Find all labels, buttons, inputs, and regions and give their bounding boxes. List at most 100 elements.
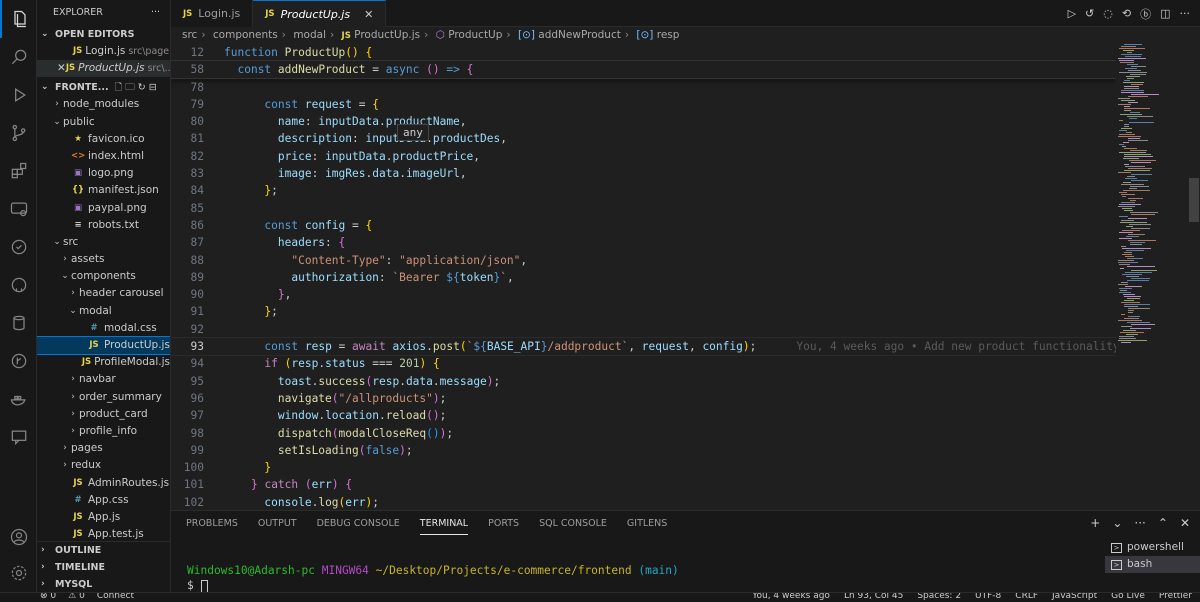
- file-item[interactable]: {} manifest.json: [37, 182, 170, 199]
- error-icon[interactable]: ⊗ 0: [40, 593, 56, 601]
- code-line[interactable]: 99 setIsLoading(false);: [171, 442, 1116, 459]
- go-back-icon[interactable]: ↺: [1085, 7, 1094, 20]
- open-editors-section[interactable]: ⌄ OPEN EDITORS: [37, 26, 170, 43]
- open-editor-item-active[interactable]: ✕ JS ProductUp.js src\...: [37, 60, 170, 78]
- code-line[interactable]: 94 if (resp.status === 201) {: [171, 355, 1116, 372]
- code-line[interactable]: 101 } catch (err) {: [171, 476, 1116, 493]
- breadcrumb-item[interactable]: components: [213, 29, 278, 41]
- go-live-button[interactable]: Go Live: [1111, 593, 1145, 601]
- code-line[interactable]: 78: [171, 79, 1116, 96]
- settings-gear-icon[interactable]: [0, 554, 37, 592]
- folder-item[interactable]: ⌄ src: [37, 234, 170, 251]
- code-line[interactable]: 90 },: [171, 286, 1116, 303]
- file-item[interactable]: ≡ robots.txt: [37, 217, 170, 234]
- code-line[interactable]: 89 authorization: `Bearer ${token}`,: [171, 269, 1116, 286]
- minimap[interactable]: [1116, 44, 1188, 510]
- file-item[interactable]: JS AdminRoutes.js: [37, 475, 170, 492]
- panel-tab[interactable]: PROBLEMS: [186, 518, 238, 535]
- file-item[interactable]: ▣ logo.png: [37, 165, 170, 182]
- database-icon[interactable]: [0, 304, 37, 342]
- chevron-down-icon[interactable]: ⌄: [1112, 516, 1122, 530]
- run-debug-icon[interactable]: [0, 76, 37, 114]
- new-terminal-icon[interactable]: +: [1090, 516, 1100, 530]
- run-icon[interactable]: ▷: [1068, 7, 1076, 20]
- panel-tab[interactable]: SQL CONSOLE: [539, 518, 607, 535]
- code-line[interactable]: 102 console.log(err);: [171, 494, 1116, 510]
- terminal-powershell[interactable]: > powershell: [1105, 539, 1200, 556]
- tab-login-js[interactable]: JS Login.js: [171, 0, 254, 27]
- more-actions-icon[interactable]: ···: [1180, 7, 1191, 20]
- split-editor-icon[interactable]: ◫: [1160, 7, 1170, 20]
- folder-item[interactable]: › order_summary: [37, 389, 170, 406]
- open-changes-icon[interactable]: ⟲: [1122, 7, 1131, 20]
- close-tab-icon[interactable]: ✕: [364, 8, 373, 21]
- folder-item[interactable]: › redux: [37, 457, 170, 474]
- code-editor[interactable]: 12 function ProductUp() {58 const addNewP…: [171, 44, 1116, 510]
- maximize-panel-icon[interactable]: ⌃: [1158, 516, 1168, 530]
- docker-icon[interactable]: [0, 380, 37, 418]
- panel-tab[interactable]: PORTS: [488, 518, 519, 535]
- sticky-scroll-line[interactable]: 12 function ProductUp() {: [171, 44, 1116, 62]
- code-line[interactable]: 96 navigate("/allproducts");: [171, 390, 1116, 407]
- code-line[interactable]: 95 toast.success(resp.data.message);: [171, 373, 1116, 390]
- language-mode[interactable]: JavaScript: [1052, 593, 1097, 601]
- breadcrumb-item[interactable]: resp: [657, 29, 680, 41]
- code-line[interactable]: 97 window.location.reload();: [171, 407, 1116, 424]
- breadcrumb-item[interactable]: ProductUp.js: [354, 29, 420, 41]
- code-line[interactable]: 86 const config = {: [171, 217, 1116, 234]
- line-ending[interactable]: CRLF: [1015, 593, 1038, 601]
- code-line[interactable]: 81 description: inputData.productDes,: [171, 130, 1116, 147]
- blame-status[interactable]: You, 4 weeks ago: [752, 593, 830, 601]
- breadcrumb-item[interactable]: ProductUp: [448, 29, 502, 41]
- code-line[interactable]: 93 const resp = await axios.post(`${BASE…: [171, 337, 1116, 357]
- panel-tab[interactable]: DEBUG CONSOLE: [317, 518, 400, 535]
- code-line[interactable]: 100 }: [171, 459, 1116, 476]
- code-line[interactable]: 91 };: [171, 303, 1116, 320]
- file-item[interactable]: ★ favicon.ico: [37, 131, 170, 148]
- gitlens-icon[interactable]: [0, 342, 37, 380]
- indentation[interactable]: Spaces: 2: [917, 593, 961, 601]
- panel-tab[interactable]: TERMINAL: [419, 518, 469, 535]
- folder-item[interactable]: › pages: [37, 440, 170, 457]
- breadcrumb-item[interactable]: addNewProduct: [538, 29, 621, 41]
- close-icon[interactable]: ✕: [57, 60, 66, 77]
- search-icon[interactable]: [0, 38, 37, 76]
- folder-item[interactable]: › header carousel: [37, 285, 170, 302]
- folder-item[interactable]: › profile_info: [37, 423, 170, 440]
- outline-section[interactable]: › OUTLINE: [37, 542, 170, 559]
- file-item[interactable]: # modal.css: [37, 320, 170, 337]
- code-line[interactable]: 80 name: inputData.productName,: [171, 113, 1116, 130]
- explorer-icon[interactable]: [0, 0, 37, 38]
- prettier-status[interactable]: Prettier: [1159, 593, 1192, 601]
- file-item[interactable]: <> index.html: [37, 148, 170, 165]
- folder-item[interactable]: ⌄ modal: [37, 303, 170, 320]
- mysql-section[interactable]: › MYSQL: [37, 576, 170, 592]
- folder-item[interactable]: › navbar: [37, 371, 170, 388]
- editor-scrollbar[interactable]: [1188, 44, 1200, 510]
- code-line[interactable]: 92: [171, 321, 1116, 338]
- explorer-actions-icons[interactable]: 🗋🗀↻⊟: [115, 79, 160, 96]
- open-editor-item[interactable]: JS Login.js src\page...: [37, 43, 170, 60]
- panel-tab[interactable]: OUTPUT: [258, 518, 297, 535]
- more-actions-icon[interactable]: ···: [1134, 516, 1145, 530]
- code-line[interactable]: 98 dispatch(modalCloseReq());: [171, 425, 1116, 442]
- folder-item[interactable]: › node_modules: [37, 96, 170, 113]
- code-line[interactable]: 83 image: imgRes.data.imageUrl,: [171, 165, 1116, 182]
- encoding[interactable]: UTF-8: [975, 593, 1001, 601]
- file-item[interactable]: ▣ paypal.png: [37, 200, 170, 217]
- file-item[interactable]: JS ProfileModal.js: [37, 354, 170, 371]
- code-line[interactable]: 88 "Content-Type": "application/json",: [171, 252, 1116, 269]
- file-item[interactable]: JS App.js: [37, 509, 170, 526]
- folder-item[interactable]: › assets: [37, 251, 170, 268]
- code-line[interactable]: 84 };: [171, 182, 1116, 199]
- live-share-icon[interactable]: [0, 418, 37, 456]
- blame-icon[interactable]: ⓑ: [1140, 6, 1151, 22]
- folder-item[interactable]: ⌄ components: [37, 268, 170, 285]
- code-line[interactable]: 79 const request = {: [171, 96, 1116, 113]
- project-section[interactable]: ⌄ FRONTE... 🗋🗀↻⊟: [37, 79, 170, 96]
- warning-icon[interactable]: ⚠ 0: [68, 593, 85, 601]
- source-control-icon[interactable]: [0, 114, 37, 152]
- scrollbar-thumb[interactable]: [1189, 178, 1199, 222]
- timeline-section[interactable]: › TIMELINE: [37, 559, 170, 576]
- connect-button[interactable]: Connect: [97, 593, 134, 601]
